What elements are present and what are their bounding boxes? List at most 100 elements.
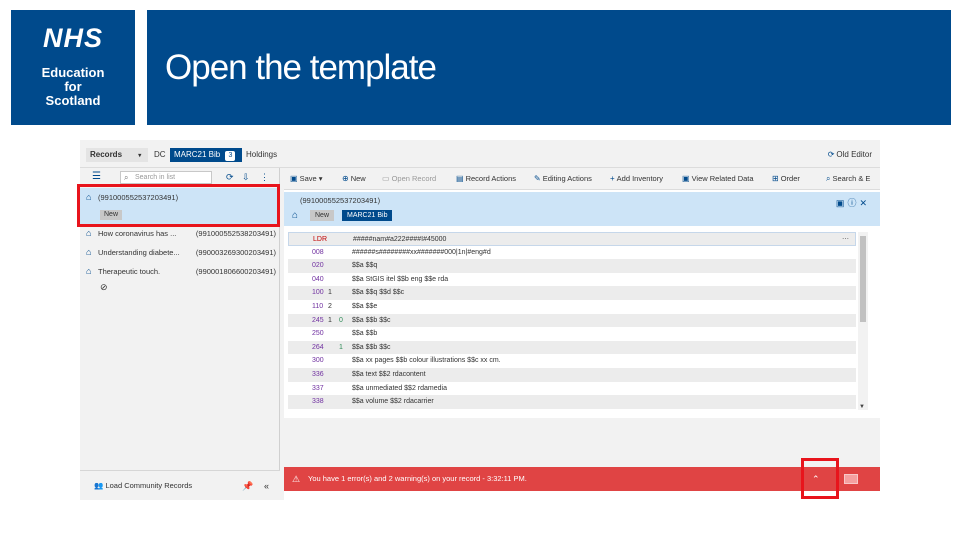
marc-field-row[interactable]: 008 ######s########xx#######000|1n|#eng#d (288, 246, 856, 260)
record-id: (990003269300203491) (195, 248, 276, 257)
record-title: Understanding diabete... (98, 248, 180, 257)
filter-icon[interactable]: ☰ (92, 171, 104, 183)
slide: NHS Education for Scotland Open the temp… (0, 0, 960, 540)
marc-field-row[interactable]: 040 $$a StGIS itel $$b eng $$e rda (288, 273, 856, 287)
info-icon[interactable]: ⓘ (847, 198, 859, 208)
marc-value[interactable]: $$a $$b $$c (352, 341, 391, 355)
marc-ind2[interactable]: 0 (339, 314, 343, 328)
search-external-button[interactable]: ⌕ Search & E (826, 168, 870, 190)
tab-holdings[interactable]: Holdings (242, 148, 288, 162)
order-button[interactable]: ⊞ Order (772, 168, 800, 190)
open-record-button[interactable]: ▭ Open Record (382, 168, 436, 190)
marc-value[interactable]: $$a $$b (352, 327, 377, 341)
tab-marc21-bib[interactable]: MARC21 Bib 3 (170, 148, 242, 162)
more-icon[interactable]: ⋮ (260, 171, 270, 183)
marc-ind1[interactable]: 1 (328, 314, 332, 328)
save-button[interactable]: ▣ Save ▾ (290, 168, 323, 190)
download-icon[interactable]: ⇩ (242, 171, 252, 183)
record-id: (991000552537203491) (300, 196, 381, 205)
marc-tag: 300 (312, 357, 324, 365)
editing-actions-menu[interactable]: ✎ Editing Actions (534, 168, 592, 190)
close-icon[interactable]: ✕ (859, 198, 870, 208)
view-related-data-button[interactable]: ▣ View Related Data (682, 168, 754, 190)
marc-field-row[interactable]: 264 1 $$a $$b $$c (288, 340, 856, 355)
marc-field-row[interactable]: 338 $$a volume $$2 rdacarrier (288, 395, 856, 409)
tab-records[interactable]: Records ▾ (86, 148, 148, 162)
marc-field-row[interactable]: 110 2 $$a $$e (288, 300, 856, 314)
marc-field-row[interactable]: 100 1 $$a $$q $$d $$c (288, 286, 856, 300)
marc-tag: 250 (312, 330, 324, 338)
more-icon[interactable]: ⋯ (842, 233, 849, 247)
search-in-list-input[interactable]: ⌕ Search in list (120, 171, 212, 184)
open-record-icon: ▭ (382, 174, 390, 183)
marc-field-row[interactable]: 245 1 0 $$a $$b $$c (288, 313, 856, 328)
marc-value[interactable]: $$a StGIS itel $$b eng $$e rda (352, 273, 448, 287)
tab-records-label: Records (90, 150, 123, 159)
new-button[interactable]: ⊕ New (342, 168, 366, 190)
order-label: Order (780, 174, 800, 183)
record-type-badge: MARC21 Bib (342, 210, 393, 221)
marc-tag: 020 (312, 262, 324, 270)
marc-field-row[interactable]: 336 $$a text $$2 rdacontent (288, 367, 856, 382)
suppressed-icon: ⊘ (100, 282, 108, 292)
logo-line-2: for (64, 79, 82, 94)
marc-ind1[interactable]: 1 (328, 286, 332, 300)
search-icon: ⌕ (826, 174, 831, 183)
save-icon[interactable]: ▣ (836, 198, 848, 208)
old-editor-label: Old Editor (836, 150, 872, 159)
refresh-list-icon[interactable]: ⟳ (226, 171, 236, 183)
home-icon: ⌂ (86, 266, 92, 276)
marc-field-row[interactable]: LDR #####nam#a222####I#45000 ⋯ (288, 232, 856, 246)
editor-scrollbar[interactable]: ▼ (858, 232, 868, 410)
title-banner: Open the template (147, 10, 951, 125)
tab-dc[interactable]: DC (150, 148, 170, 162)
editing-actions-label: Editing Actions (542, 174, 592, 183)
record-actions-icon: ▤ (456, 174, 464, 183)
marc-value[interactable]: $$a volume $$2 rdacarrier (352, 395, 434, 409)
list-item[interactable]: ⌂ Therapeutic touch. (990001806600203491… (80, 262, 280, 281)
list-item[interactable]: ⌂ Understanding diabete... (990003269300… (80, 243, 280, 262)
marc-value[interactable]: $$a text $$2 rdacontent (352, 368, 426, 382)
marc-tag: 110 (312, 302, 324, 310)
old-editor-button[interactable]: ⟳ Old Editor (828, 148, 872, 162)
marc-field-row[interactable]: 020 $$a $$q (288, 259, 856, 273)
users-icon: 👥 (94, 481, 104, 490)
panel-toggle-icon[interactable] (844, 474, 858, 484)
marc-value[interactable]: ######s########xx#######000|1n|#eng#d (352, 246, 491, 260)
marc-value[interactable]: $$a $$q $$d $$c (352, 286, 404, 300)
scrollbar-thumb[interactable] (860, 236, 866, 322)
add-inventory-label: Add Inventory (616, 174, 663, 183)
record-actions-menu[interactable]: ▤ Record Actions (456, 168, 516, 190)
add-inventory-button[interactable]: + Add Inventory (610, 168, 663, 190)
pencil-icon: ✎ (534, 174, 541, 183)
record-title: How coronavirus has ... (98, 229, 177, 238)
record-header-actions: ▣ⓘ✕ (836, 196, 870, 209)
slide-title: Open the template (165, 48, 437, 87)
error-status-bar: ⚠ You have 1 error(s) and 2 warning(s) o… (284, 467, 880, 491)
error-message: You have 1 error(s) and 2 warning(s) on … (308, 474, 527, 483)
marc-field-row[interactable]: 250 $$a $$b (288, 327, 856, 341)
marc-ind1[interactable]: 2 (328, 300, 332, 314)
save-label: Save (299, 174, 317, 183)
marc-value[interactable]: $$a xx pages $$b colour illustrations $$… (352, 354, 501, 368)
collapse-icon[interactable]: « (264, 471, 269, 500)
nhs-logo: NHS Education for Scotland (11, 10, 135, 125)
marc-value[interactable]: $$a unmediated $$2 rdamedia (352, 382, 447, 396)
marc-value[interactable]: $$a $$q (352, 259, 377, 273)
pin-icon[interactable]: 📌 (242, 471, 253, 500)
search-placeholder: Search in list (135, 174, 176, 181)
refresh-icon: ⟳ (827, 150, 835, 159)
marc-tag: 337 (312, 384, 324, 392)
marc-value[interactable]: $$a $$e (352, 300, 377, 314)
marc-field-row[interactable]: 337 $$a unmediated $$2 rdamedia (288, 382, 856, 396)
marc-value[interactable]: $$a $$b $$c (352, 314, 391, 328)
marc-tag: 336 (312, 370, 324, 378)
marc-field-row[interactable]: 300 $$a xx pages $$b colour illustrations… (288, 354, 856, 368)
marc-ind2[interactable]: 1 (339, 341, 343, 355)
left-panel-footer: 👥 Load Community Records 📌 « (80, 470, 280, 500)
marc-value[interactable]: #####nam#a222####I#45000 (353, 233, 446, 247)
logo-line-1: Education (41, 65, 105, 80)
marc-tag: 245 (312, 316, 324, 324)
scroll-down-icon[interactable]: ▼ (859, 404, 865, 410)
load-community-records-button[interactable]: 👥 Load Community Records (94, 471, 192, 500)
